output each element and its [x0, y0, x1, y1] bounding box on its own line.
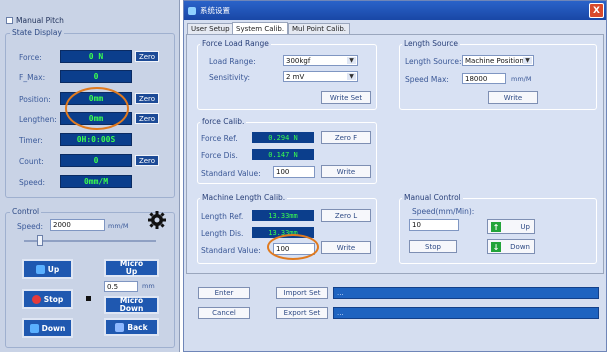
- load-range-select[interactable]: 300kgf ▼: [283, 55, 358, 66]
- close-button[interactable]: X: [589, 3, 604, 18]
- position-label: Position:: [19, 95, 51, 104]
- speed-max-unit: mm/M: [511, 75, 532, 83]
- app-icon: [188, 6, 196, 15]
- manual-speed-input[interactable]: 10: [409, 219, 459, 231]
- chevron-down-icon: ▼: [347, 73, 356, 80]
- export-set-button[interactable]: Export Set: [276, 307, 328, 319]
- tab-user-setup[interactable]: User Setup: [187, 23, 234, 34]
- state-display-title: State Display: [10, 28, 64, 37]
- control-title: Control: [10, 207, 42, 216]
- down-button[interactable]: Down: [22, 318, 73, 338]
- standard-value-highlight-ring: [267, 234, 319, 260]
- import-path-field[interactable]: ...: [333, 287, 599, 299]
- speed-max-label: Speed Max:: [405, 75, 449, 84]
- zero-f-button[interactable]: Zero F: [321, 131, 371, 144]
- write-set-button[interactable]: Write Set: [321, 91, 371, 104]
- cancel-button[interactable]: Cancel: [198, 307, 250, 319]
- manual-control-panel: Manual Pitch State Display Force: 0 N Ze…: [0, 0, 180, 352]
- length-write-button[interactable]: Write: [488, 91, 538, 104]
- arrow-down-icon: [29, 323, 39, 333]
- export-path-field[interactable]: ...: [333, 307, 599, 319]
- speed-max-input[interactable]: 18000: [462, 73, 506, 84]
- lengthen-label: Lengthen:: [19, 115, 57, 124]
- sensitivity-label: Sensitivity:: [209, 73, 251, 82]
- force-load-range-title: Force Load Range: [200, 39, 271, 48]
- force-standard-input[interactable]: 100: [273, 166, 315, 178]
- count-label: Count:: [19, 157, 44, 166]
- count-zero-button[interactable]: Zero: [135, 155, 159, 166]
- speed-label: Speed:: [19, 178, 46, 187]
- speed-unit: mm/M: [108, 222, 129, 230]
- micro-up-button[interactable]: Micro Up: [104, 259, 159, 277]
- micro-down-button[interactable]: Micro Down: [104, 296, 159, 314]
- force-calib-title: force Calib.: [200, 117, 247, 126]
- length-source-select[interactable]: Machine Position ▼: [462, 55, 534, 66]
- speed-slider-track[interactable]: [24, 240, 156, 242]
- micro-step-input[interactable]: 0.5: [104, 281, 138, 292]
- arrow-up-icon: ↑: [491, 222, 501, 232]
- force-ref-value: 0.294 N: [252, 132, 314, 143]
- status-indicator: [86, 296, 91, 301]
- chevron-down-icon: ▼: [523, 57, 532, 64]
- lengthen-zero-button[interactable]: Zero: [135, 113, 159, 124]
- manual-pitch-label: Manual Pitch: [16, 16, 64, 25]
- manual-speed-label: Speed(mm/Min):: [412, 207, 475, 216]
- stop-button[interactable]: Stop: [22, 289, 73, 309]
- tab-mul-point-calib[interactable]: Mul Point Calib.: [288, 23, 350, 34]
- back-button[interactable]: Back: [104, 318, 159, 336]
- force-write-button[interactable]: Write: [321, 165, 371, 178]
- length-ref-value: 13.33mm: [252, 210, 314, 221]
- import-set-button[interactable]: Import Set: [276, 287, 328, 299]
- force-dis-label: Force Dis.: [201, 151, 238, 160]
- force-standard-label: Standard Value:: [201, 169, 261, 178]
- fmax-value: 0: [60, 70, 132, 83]
- speed-input[interactable]: 2000: [50, 219, 105, 231]
- tab-system-calib[interactable]: System Calib.: [232, 22, 289, 34]
- tab-page: Force Load Range Load Range: 300kgf ▼ Sen…: [186, 34, 604, 274]
- length-dis-label: Length Dis.: [201, 229, 244, 238]
- force-dis-value: 0.147 N: [252, 149, 314, 160]
- timer-label: Timer:: [19, 136, 43, 145]
- force-zero-button[interactable]: Zero: [135, 51, 159, 62]
- speed-value: 0mm/M: [60, 175, 132, 188]
- enter-button[interactable]: Enter: [198, 287, 250, 299]
- speed-input-label: Speed:: [17, 222, 44, 231]
- machine-length-calib-title: Machine Length Calib.: [200, 193, 288, 202]
- system-settings-window: 系统设置 X User Setup System Calib. Mul Poin…: [183, 0, 607, 352]
- speed-slider-thumb[interactable]: [36, 235, 43, 246]
- chevron-down-icon: ▼: [347, 57, 356, 64]
- manual-up-button[interactable]: ↑ Up: [487, 219, 535, 234]
- force-value: 0 N: [60, 50, 132, 63]
- arrow-down-icon: ↓: [491, 242, 501, 252]
- manual-pitch-checkbox[interactable]: [6, 17, 13, 24]
- length-source-title: Length Source: [402, 39, 461, 48]
- manual-down-button[interactable]: ↓ Down: [487, 239, 535, 254]
- title-bar: 系统设置: [184, 1, 606, 20]
- up-button[interactable]: Up: [22, 259, 73, 279]
- arrow-up-icon: [35, 264, 45, 274]
- count-value: 0: [60, 154, 132, 167]
- load-range-label: Load Range:: [209, 57, 256, 66]
- manual-control-title: Manual Control: [402, 193, 463, 202]
- force-label: Force:: [19, 53, 42, 62]
- force-ref-label: Force Ref.: [201, 134, 238, 143]
- length-write-button-2[interactable]: Write: [321, 241, 371, 254]
- back-icon: [115, 322, 125, 332]
- length-source-label: Length Source:: [405, 57, 462, 66]
- sensitivity-select[interactable]: 2 mV ▼: [283, 71, 358, 82]
- length-standard-label: Standard Value:: [201, 246, 261, 255]
- window-title: 系统设置: [200, 6, 230, 15]
- micro-step-unit: mm: [142, 282, 155, 290]
- timer-value: 0H:0:00S: [60, 133, 132, 146]
- fmax-label: F_Max:: [19, 73, 46, 82]
- length-ref-label: Length Ref.: [201, 212, 244, 221]
- position-zero-button[interactable]: Zero: [135, 93, 159, 104]
- stop-icon: [31, 294, 41, 304]
- highlight-ring: [65, 87, 129, 130]
- zero-l-button[interactable]: Zero L: [321, 209, 371, 222]
- gear-icon[interactable]: [147, 210, 167, 230]
- manual-stop-button[interactable]: Stop: [409, 240, 457, 253]
